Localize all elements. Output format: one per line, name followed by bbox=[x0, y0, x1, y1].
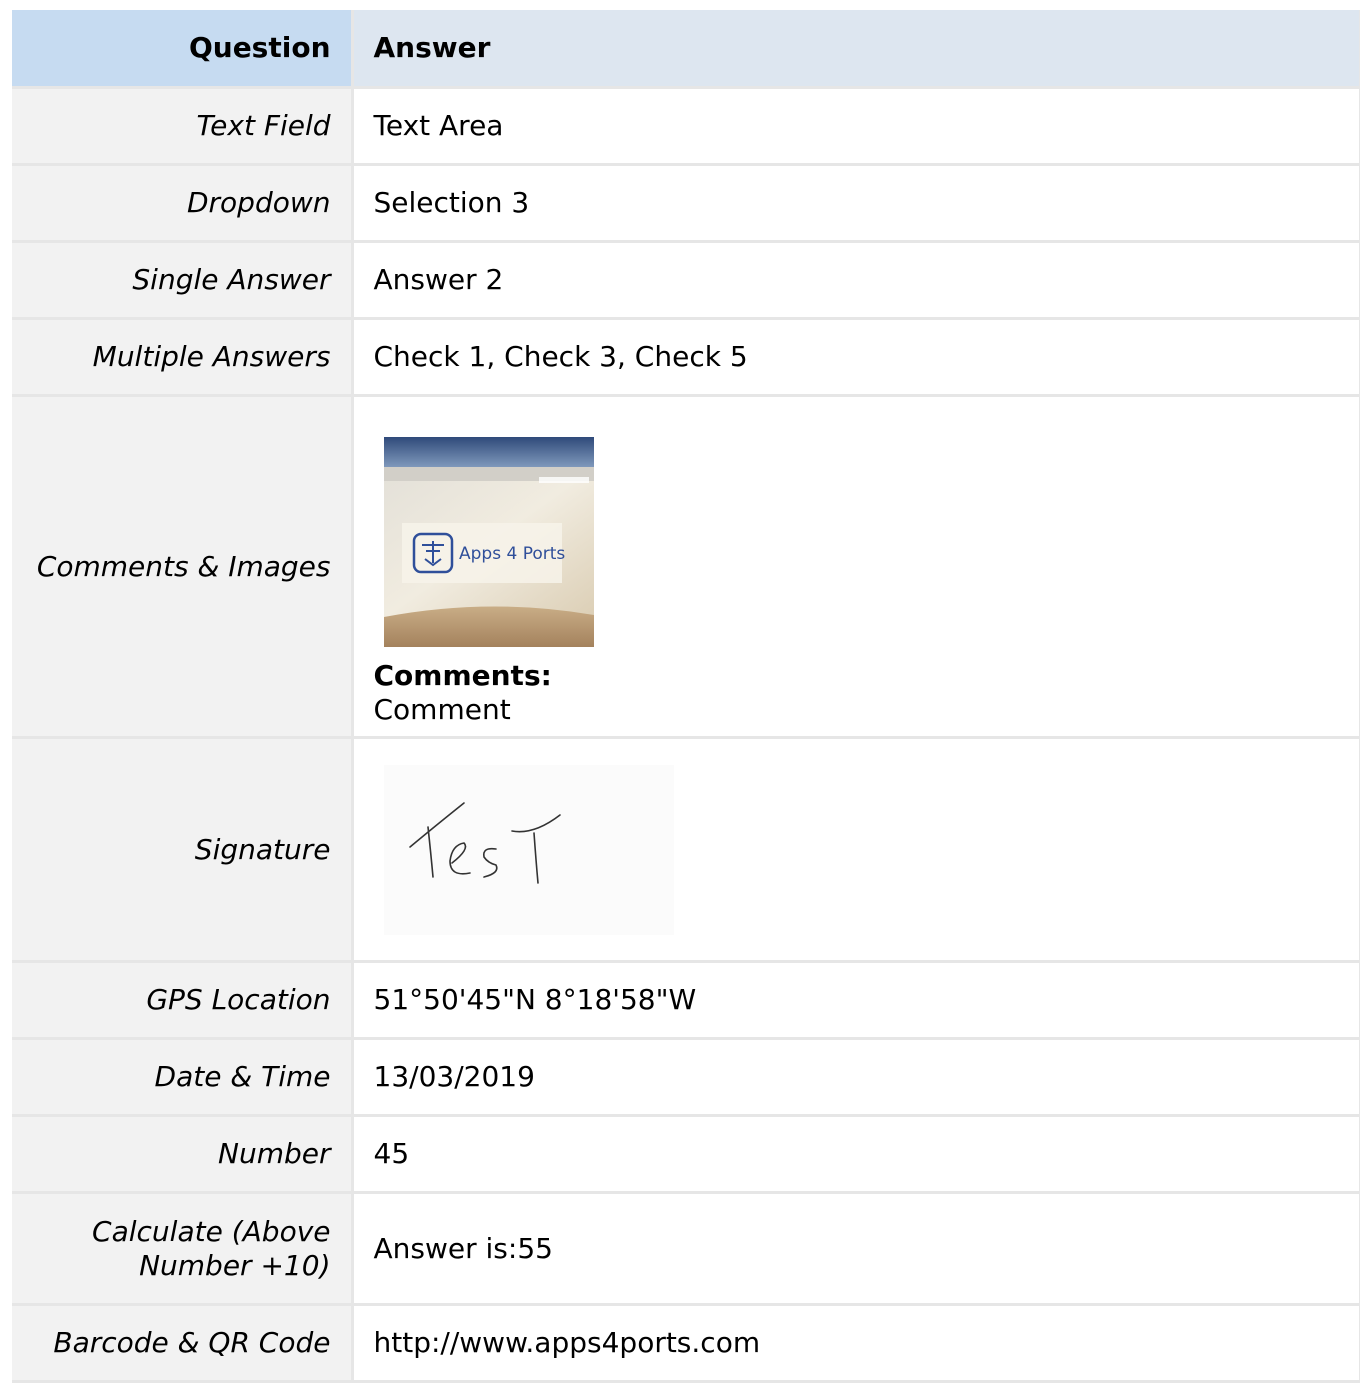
question-cell: Multiple Answers bbox=[12, 318, 354, 397]
question-cell: Comments & Images bbox=[12, 395, 354, 739]
table-row: Calculate (Above Number +10) Answer is:5… bbox=[12, 1192, 1360, 1306]
answer-cell: Text Area bbox=[352, 87, 1360, 166]
answer-cell: Answer 2 bbox=[352, 241, 1360, 320]
question-cell: Dropdown bbox=[12, 164, 354, 243]
question-column-header: Question bbox=[12, 10, 354, 89]
attached-photo[interactable]: Apps 4 Ports bbox=[383, 436, 594, 647]
question-cell: Date & Time bbox=[12, 1038, 354, 1117]
question-cell: Barcode & QR Code bbox=[12, 1304, 354, 1383]
table-row: Single Answer Answer 2 bbox=[12, 241, 1360, 320]
svg-text:Apps 4 Ports: Apps 4 Ports bbox=[459, 544, 565, 564]
answer-link[interactable]: http://www.apps4ports.com bbox=[352, 1304, 1360, 1383]
table-row: Dropdown Selection 3 bbox=[12, 164, 1360, 243]
question-cell: GPS Location bbox=[12, 961, 354, 1040]
answer-cell: Check 1, Check 3, Check 5 bbox=[352, 318, 1360, 397]
answer-cell: 45 bbox=[352, 1115, 1360, 1194]
question-cell: Single Answer bbox=[12, 241, 354, 320]
report-container: Question Answer Text Field Text Area Dro… bbox=[12, 10, 1360, 1383]
question-cell: Signature bbox=[12, 737, 354, 963]
answer-cell: 13/03/2019 bbox=[352, 1038, 1360, 1117]
answer-column-header: Answer bbox=[352, 10, 1360, 89]
answer-cell: Answer is:55 bbox=[352, 1192, 1360, 1306]
answer-cell bbox=[352, 737, 1360, 963]
table-row: Text Field Text Area bbox=[12, 87, 1360, 166]
logo-wordmark: Apps 4 Ports bbox=[459, 544, 565, 564]
table-header-row: Question Answer bbox=[12, 10, 1360, 89]
question-cell: Number bbox=[12, 1115, 354, 1194]
answer-cell: Selection 3 bbox=[352, 164, 1360, 243]
comments-value: Comment bbox=[373, 692, 511, 726]
answer-cell: Apps 4 Ports Comments: Comment bbox=[352, 395, 1360, 739]
comments-label: Comments: bbox=[373, 658, 552, 692]
table-row: Date & Time 13/03/2019 bbox=[12, 1038, 1360, 1117]
table-row: Multiple Answers Check 1, Check 3, Check… bbox=[12, 318, 1360, 397]
answer-cell: 51°50'45"N 8°18'58"W bbox=[352, 961, 1360, 1040]
table-row: Number 45 bbox=[12, 1115, 1360, 1194]
table-row: Comments & Images Apps 4 Ports Comments:… bbox=[12, 395, 1360, 739]
table-row: Signature bbox=[12, 737, 1360, 963]
question-cell: Text Field bbox=[12, 87, 354, 166]
question-cell: Calculate (Above Number +10) bbox=[12, 1192, 354, 1306]
table-row: Barcode & QR Code http://www.apps4ports.… bbox=[12, 1304, 1360, 1383]
answers-table: Question Answer Text Field Text Area Dro… bbox=[12, 10, 1360, 1383]
table-row: GPS Location 51°50'45"N 8°18'58"W bbox=[12, 961, 1360, 1040]
signature-image[interactable] bbox=[383, 764, 674, 935]
